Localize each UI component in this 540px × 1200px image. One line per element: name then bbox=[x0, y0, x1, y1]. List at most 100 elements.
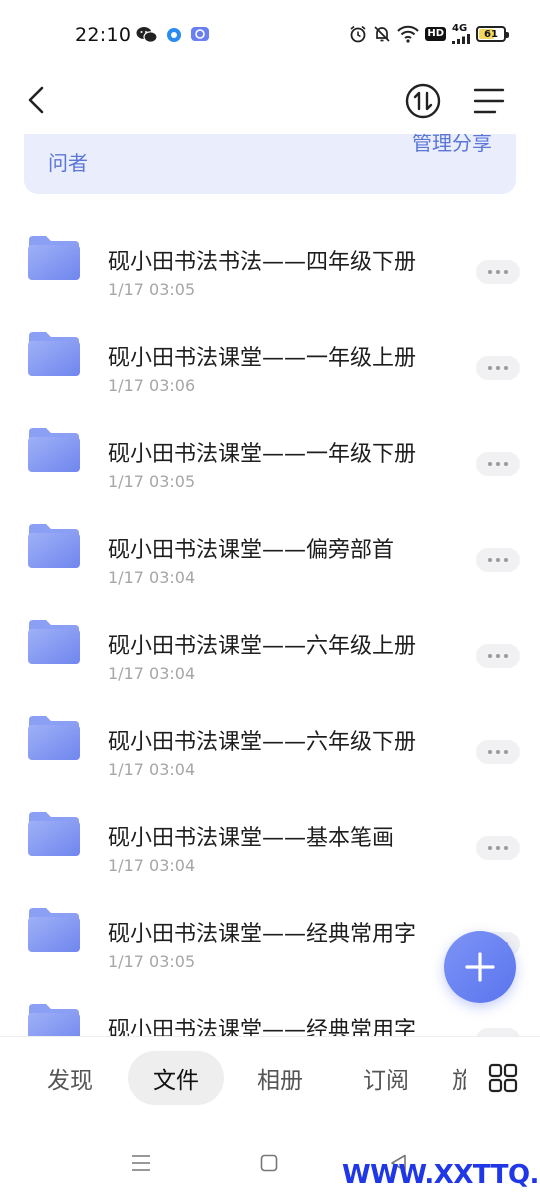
file-row[interactable]: 砚小田书法课堂——六年级上册 1/17 03:04 bbox=[0, 598, 540, 694]
more-options-button[interactable] bbox=[476, 260, 520, 284]
dot bbox=[496, 462, 500, 466]
file-name: 砚小田书法课堂——基本笔画 bbox=[108, 826, 395, 851]
dot bbox=[504, 654, 508, 658]
plus-icon bbox=[465, 952, 495, 982]
top-nav bbox=[0, 70, 540, 130]
status-bar: 22:10 HD 4G 61 bbox=[0, 0, 540, 70]
file-date: 1/17 03:05 bbox=[108, 472, 196, 491]
file-row[interactable]: 砚小田书法课堂——一年级上册 1/17 03:06 bbox=[0, 310, 540, 406]
folder-icon bbox=[28, 524, 80, 568]
dot bbox=[488, 270, 492, 274]
file-name: 砚小田书法课堂——经典常用字 bbox=[108, 922, 417, 947]
tab-label: 订阅 bbox=[363, 1068, 409, 1094]
folder-icon bbox=[28, 428, 80, 472]
grid-icon bbox=[488, 1063, 518, 1093]
file-name: 砚小田书法课堂——经典常用字 bbox=[108, 1018, 417, 1036]
file-date: 1/17 03:05 bbox=[108, 952, 196, 971]
dot bbox=[488, 750, 492, 754]
tab-label: 相册 bbox=[257, 1068, 303, 1094]
menu-lines-icon bbox=[473, 88, 505, 114]
dot bbox=[504, 846, 508, 850]
dot bbox=[488, 462, 492, 466]
dot bbox=[504, 750, 508, 754]
dot bbox=[496, 846, 500, 850]
tab-discover[interactable]: 发现 bbox=[22, 1051, 118, 1105]
back-button[interactable] bbox=[18, 82, 54, 118]
bottom-tab-bar: 发现 文件 相册 订阅 旅 bbox=[0, 1036, 540, 1118]
file-row[interactable]: 砚小田书法课堂——六年级下册 1/17 03:04 bbox=[0, 694, 540, 790]
dot bbox=[496, 558, 500, 562]
battery-icon: 61 bbox=[476, 26, 509, 42]
chevron-left-icon bbox=[28, 86, 44, 114]
file-row[interactable]: 砚小田书法课堂——偏旁部首 1/17 03:04 bbox=[0, 502, 540, 598]
status-left-icons bbox=[136, 26, 210, 44]
recents-icon[interactable] bbox=[131, 1154, 151, 1172]
tab-subscribe[interactable]: 订阅 bbox=[338, 1051, 434, 1105]
signal-icon: 4G bbox=[452, 24, 470, 44]
file-name: 砚小田书法课堂——六年级下册 bbox=[108, 730, 417, 755]
more-options-button[interactable] bbox=[476, 548, 520, 572]
file-date: 1/17 03:04 bbox=[108, 568, 196, 587]
dot bbox=[488, 558, 492, 562]
file-date: 1/17 03:05 bbox=[108, 280, 196, 299]
file-name: 砚小田书法课堂——六年级上册 bbox=[108, 634, 417, 659]
folder-icon bbox=[28, 1004, 80, 1036]
file-name: 砚小田书法书法——四年级下册 bbox=[108, 250, 417, 275]
file-date: 1/17 03:04 bbox=[108, 760, 196, 779]
menu-button[interactable] bbox=[470, 82, 508, 120]
tab-label: 文件 bbox=[153, 1068, 199, 1094]
dot bbox=[496, 270, 500, 274]
dot bbox=[504, 462, 508, 466]
banner-text: 问者 bbox=[48, 151, 88, 175]
dot bbox=[488, 366, 492, 370]
battery-percent: 61 bbox=[484, 28, 498, 40]
status-right-icons: HD 4G 61 bbox=[349, 24, 509, 44]
sort-arrows-icon bbox=[405, 83, 441, 119]
dot bbox=[504, 366, 508, 370]
manage-share-link[interactable]: 管理分享 bbox=[412, 134, 492, 156]
folder-icon bbox=[28, 236, 80, 280]
tab-label: 发现 bbox=[47, 1068, 93, 1094]
folder-icon bbox=[28, 332, 80, 376]
share-banner: 问者 管理分享 bbox=[24, 134, 516, 194]
dot bbox=[504, 270, 508, 274]
folder-icon bbox=[28, 812, 80, 856]
file-date: 1/17 03:04 bbox=[108, 664, 196, 683]
dot bbox=[496, 654, 500, 658]
app-dot-icon bbox=[166, 27, 182, 43]
file-row[interactable]: 砚小田书法课堂——基本笔画 1/17 03:04 bbox=[0, 790, 540, 886]
network-type: 4G bbox=[452, 23, 468, 34]
wifi-icon bbox=[397, 25, 420, 43]
home-icon[interactable] bbox=[260, 1154, 278, 1172]
mail-app-icon bbox=[190, 26, 210, 44]
dot bbox=[504, 558, 508, 562]
watermark-text: WWW.XXTTQ.COM bbox=[342, 1160, 540, 1190]
folder-icon bbox=[28, 620, 80, 664]
folder-icon bbox=[28, 908, 80, 952]
tab-files[interactable]: 文件 bbox=[128, 1051, 224, 1105]
hd-icon: HD bbox=[425, 27, 446, 41]
file-list: 砚小田书法书法——四年级下册 1/17 03:05 砚小田书法课堂——一年级上册… bbox=[0, 214, 540, 1036]
mute-bell-icon bbox=[373, 25, 391, 43]
folder-icon bbox=[28, 716, 80, 760]
more-options-button[interactable] bbox=[476, 740, 520, 764]
more-options-button[interactable] bbox=[476, 644, 520, 668]
dot bbox=[496, 366, 500, 370]
file-date: 1/17 03:04 bbox=[108, 856, 196, 875]
more-options-button[interactable] bbox=[476, 356, 520, 380]
grid-button[interactable] bbox=[466, 1037, 540, 1118]
dot bbox=[496, 750, 500, 754]
status-time: 22:10 bbox=[75, 24, 132, 46]
file-row[interactable]: 砚小田书法课堂——一年级下册 1/17 03:05 bbox=[0, 406, 540, 502]
add-button[interactable] bbox=[444, 931, 516, 1003]
more-options-button[interactable] bbox=[476, 452, 520, 476]
tab-album[interactable]: 相册 bbox=[232, 1051, 328, 1105]
more-options-button[interactable] bbox=[476, 1028, 520, 1036]
dot bbox=[488, 654, 492, 658]
sort-button[interactable] bbox=[404, 82, 442, 120]
more-options-button[interactable] bbox=[476, 836, 520, 860]
file-name: 砚小田书法课堂——一年级下册 bbox=[108, 442, 417, 467]
file-name: 砚小田书法课堂——偏旁部首 bbox=[108, 538, 395, 563]
file-row[interactable]: 砚小田书法书法——四年级下册 1/17 03:05 bbox=[0, 214, 540, 310]
alarm-icon bbox=[349, 25, 367, 43]
